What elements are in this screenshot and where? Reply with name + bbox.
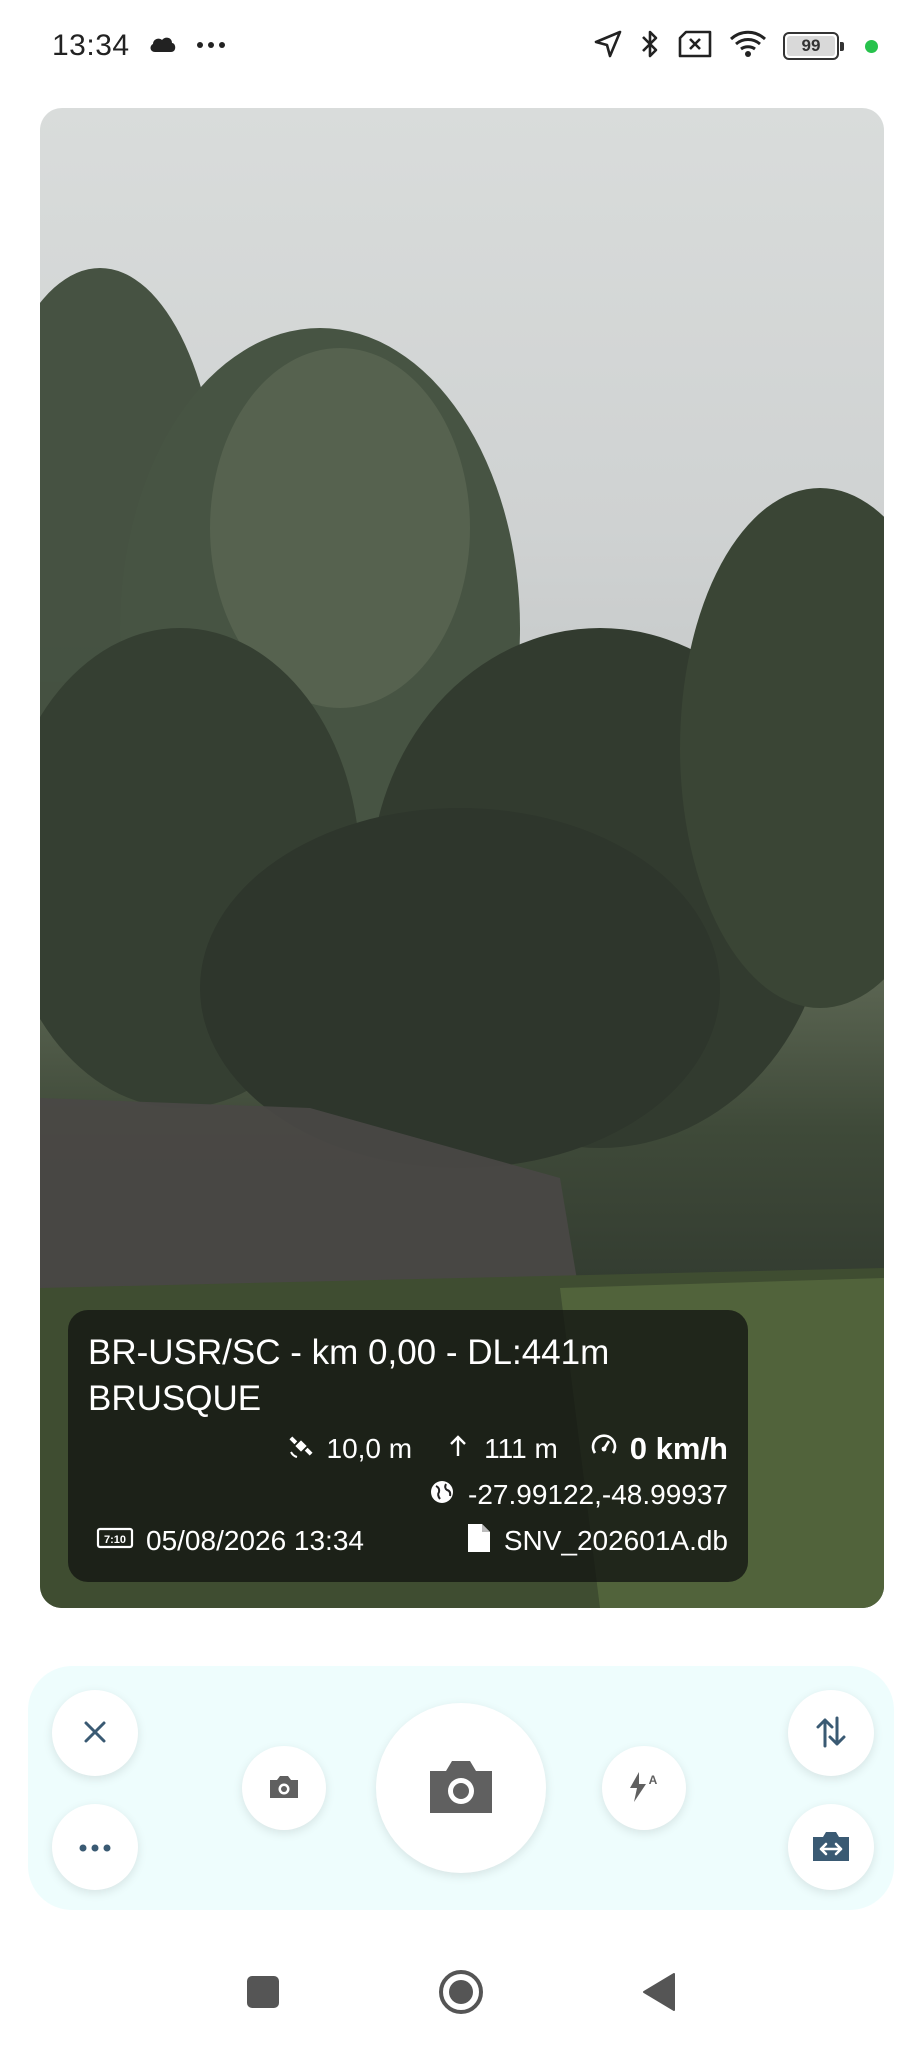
no-sim-icon (677, 30, 713, 63)
camera-controls-panel: A (28, 1666, 894, 1910)
photo-mode-button[interactable] (242, 1746, 326, 1830)
database-group: SNV_202601A.db (466, 1522, 728, 1561)
home-button[interactable] (437, 1968, 485, 2021)
switch-camera-button[interactable] (788, 1804, 874, 1890)
cloud-icon (148, 34, 178, 59)
svg-text:7:10: 7:10 (104, 1534, 126, 1546)
altitude-value: 111 m (484, 1433, 558, 1464)
satellite-icon (287, 1432, 315, 1467)
geo-info-overlay: BR-USR/SC - km 0,00 - DL:441m BRUSQUE 10… (68, 1310, 748, 1582)
city-text: BRUSQUE (88, 1379, 262, 1418)
datetime-db-row: 7:10 05/08/2026 13:34 SNV_202601A.db (88, 1518, 728, 1564)
file-icon (466, 1522, 492, 1561)
battery-level: 99 (801, 36, 821, 55)
coordinates-group: -27.99122,-48.99937 (428, 1478, 728, 1513)
bluetooth-icon (639, 28, 661, 65)
coordinates-row: -27.99122,-48.99937 (88, 1472, 728, 1518)
database-value: SNV_202601A.db (503, 1525, 728, 1556)
camera-small-icon (267, 1773, 301, 1804)
camera-preview[interactable]: BR-USR/SC - km 0,00 - DL:441m BRUSQUE 10… (40, 108, 884, 1608)
shutter-button[interactable] (376, 1703, 546, 1873)
more-horizontal-icon (79, 1840, 111, 1855)
camera-screen: 13:34 99 BR-USR/SC - km 0,00 - DL:441m B… (0, 0, 922, 2048)
back-button[interactable] (635, 1970, 683, 2018)
coordinates-value: -27.99122,-48.99937 (468, 1479, 728, 1510)
accuracy-group: 10,0 m (287, 1432, 413, 1467)
swap-vertical-icon (814, 1714, 848, 1753)
flash-auto-icon: A (626, 1770, 662, 1807)
accuracy-value: 10,0 m (326, 1433, 413, 1464)
flash-auto-button[interactable]: A (602, 1746, 686, 1830)
speedometer-icon (590, 1432, 618, 1467)
status-left: 13:34 (52, 29, 226, 63)
recent-apps-button[interactable] (239, 1970, 287, 2018)
status-time: 13:34 (52, 29, 130, 62)
switch-camera-icon (810, 1828, 852, 1867)
swap-orientation-button[interactable] (788, 1690, 874, 1776)
clock-badge-icon: 7:10 (96, 1525, 134, 1557)
battery-icon: 99 (783, 32, 844, 60)
road-location-text: BR-USR/SC - km 0,00 - DL:441m (88, 1333, 610, 1372)
svg-text:A: A (649, 1773, 658, 1787)
more-options-button[interactable] (52, 1804, 138, 1890)
globe-icon (428, 1478, 456, 1513)
altitude-group: 111 m (444, 1432, 558, 1467)
wifi-icon (729, 29, 767, 64)
triangle-back-icon (642, 1972, 676, 2017)
datetime-value: 05/08/2026 13:34 (146, 1525, 364, 1556)
speed-value: 0 km/h (629, 1431, 728, 1466)
close-button[interactable] (52, 1690, 138, 1776)
status-right: 99 (593, 28, 878, 65)
square-recent-icon (246, 1975, 280, 2014)
status-bar: 13:34 99 (0, 0, 922, 92)
arrow-up-icon (444, 1432, 472, 1467)
datetime-group: 7:10 05/08/2026 13:34 (96, 1525, 364, 1557)
camera-icon (426, 1757, 496, 1820)
more-dots-icon (196, 37, 226, 55)
close-icon (80, 1717, 110, 1750)
gps-stats-row: 10,0 m 111 m 0 km/h (88, 1426, 728, 1472)
recording-dot-icon (865, 39, 878, 53)
circle-home-icon (437, 1968, 485, 2021)
speed-group: 0 km/h (590, 1431, 728, 1467)
location-arrow-icon (593, 29, 623, 64)
navigation-bar (0, 1940, 922, 2048)
